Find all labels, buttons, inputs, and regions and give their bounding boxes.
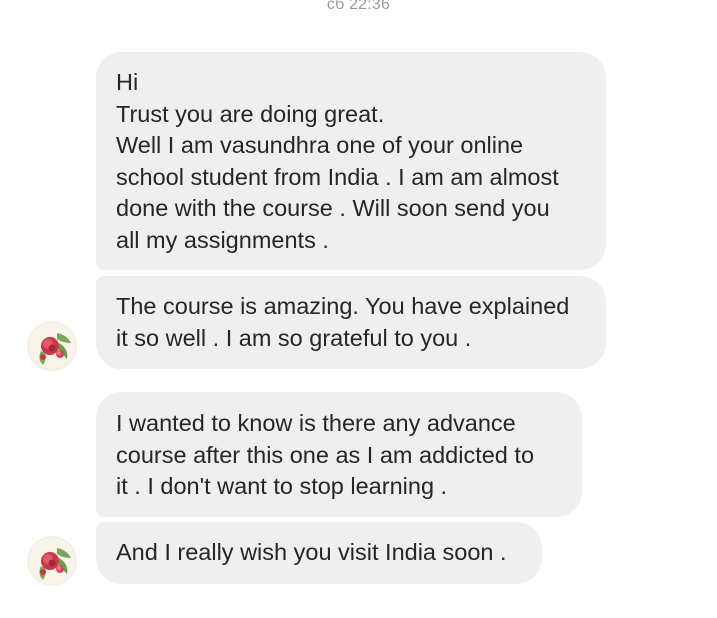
sender-avatar[interactable] bbox=[27, 321, 77, 371]
message-bubble[interactable]: And I really wish you visit India soon . bbox=[96, 522, 542, 584]
rose-flower-icon bbox=[27, 321, 77, 371]
sender-avatar[interactable] bbox=[27, 536, 77, 586]
rose-flower-icon bbox=[27, 536, 77, 586]
message-bubble[interactable]: The course is amazing. You have explaine… bbox=[96, 276, 606, 369]
message-bubble[interactable]: Hi Trust you are doing great. Well I am … bbox=[96, 52, 606, 270]
message-timestamp: сб 22:36 bbox=[326, 0, 391, 13]
message-bubble[interactable]: I wanted to know is there any advance co… bbox=[96, 392, 582, 517]
